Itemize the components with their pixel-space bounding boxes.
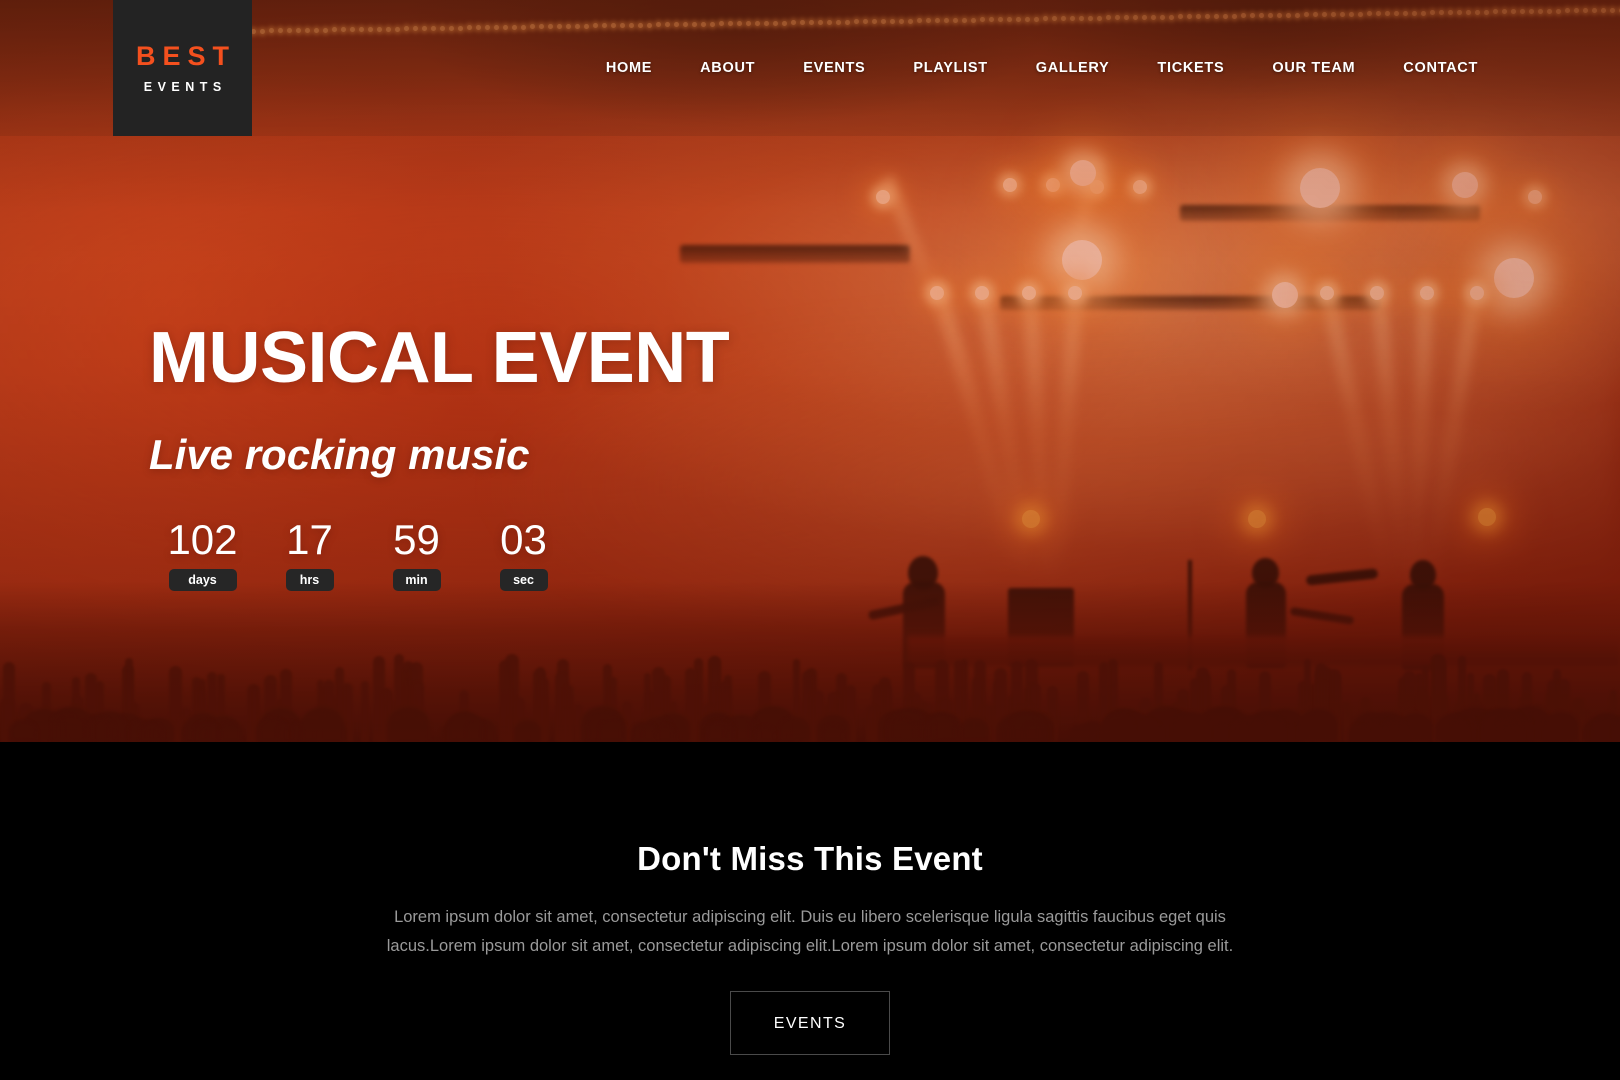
countdown-value: 102 bbox=[167, 516, 238, 563]
nav-events[interactable]: EVENTS bbox=[779, 60, 889, 76]
nav-home[interactable]: HOME bbox=[582, 60, 676, 76]
main-navigation: HOME ABOUT EVENTS PLAYLIST GALLERY TICKETS OUR… bbox=[582, 0, 1502, 136]
promo-section: Don't Miss This Event Lorem ipsum dolor … bbox=[0, 742, 1620, 1080]
countdown-unit-hrs: 17 hrs bbox=[256, 519, 363, 591]
countdown-label: days bbox=[168, 569, 237, 591]
countdown-unit-days: 102 days bbox=[149, 519, 256, 591]
hero-content: MUSICAL EVENT Live rocking music 102 days… bbox=[149, 318, 730, 591]
nav-about[interactable]: ABOUT bbox=[676, 60, 779, 76]
page-root: MUSICAL EVENT Live rocking music 102 days… bbox=[0, 0, 1620, 1080]
site-logo[interactable]: BEST EVENTS bbox=[113, 0, 252, 136]
promo-heading: Don't Miss This Event bbox=[637, 840, 983, 877]
countdown-label: hrs bbox=[285, 569, 334, 591]
countdown-value: 03 bbox=[500, 516, 547, 563]
nav-gallery[interactable]: GALLERY bbox=[1012, 60, 1134, 76]
countdown-unit-sec: 03 sec bbox=[470, 519, 577, 591]
hero-title: MUSICAL EVENT bbox=[149, 318, 730, 398]
hero-subtitle: Live rocking music bbox=[149, 431, 530, 478]
countdown-value: 59 bbox=[393, 516, 440, 563]
countdown-timer: 102 days 17 hrs 59 min 03 sec bbox=[149, 519, 729, 591]
nav-playlist[interactable]: PLAYLIST bbox=[889, 60, 1011, 76]
logo-secondary-text: EVENTS bbox=[143, 79, 227, 94]
countdown-label: min bbox=[392, 569, 441, 591]
logo-primary-text: BEST bbox=[135, 40, 236, 71]
events-button[interactable]: EVENTS bbox=[730, 991, 890, 1055]
promo-paragraph: Lorem ipsum dolor sit amet, consectetur … bbox=[386, 908, 1234, 955]
countdown-unit-min: 59 min bbox=[363, 519, 470, 591]
countdown-label: sec bbox=[499, 569, 548, 591]
nav-our-team[interactable]: OUR TEAM bbox=[1248, 60, 1379, 76]
nav-contact[interactable]: CONTACT bbox=[1379, 60, 1502, 76]
countdown-value: 17 bbox=[286, 516, 333, 563]
nav-tickets[interactable]: TICKETS bbox=[1133, 60, 1248, 76]
site-header: BEST EVENTS HOME ABOUT EVENTS PLAYLIST GALLE… bbox=[0, 0, 1620, 136]
